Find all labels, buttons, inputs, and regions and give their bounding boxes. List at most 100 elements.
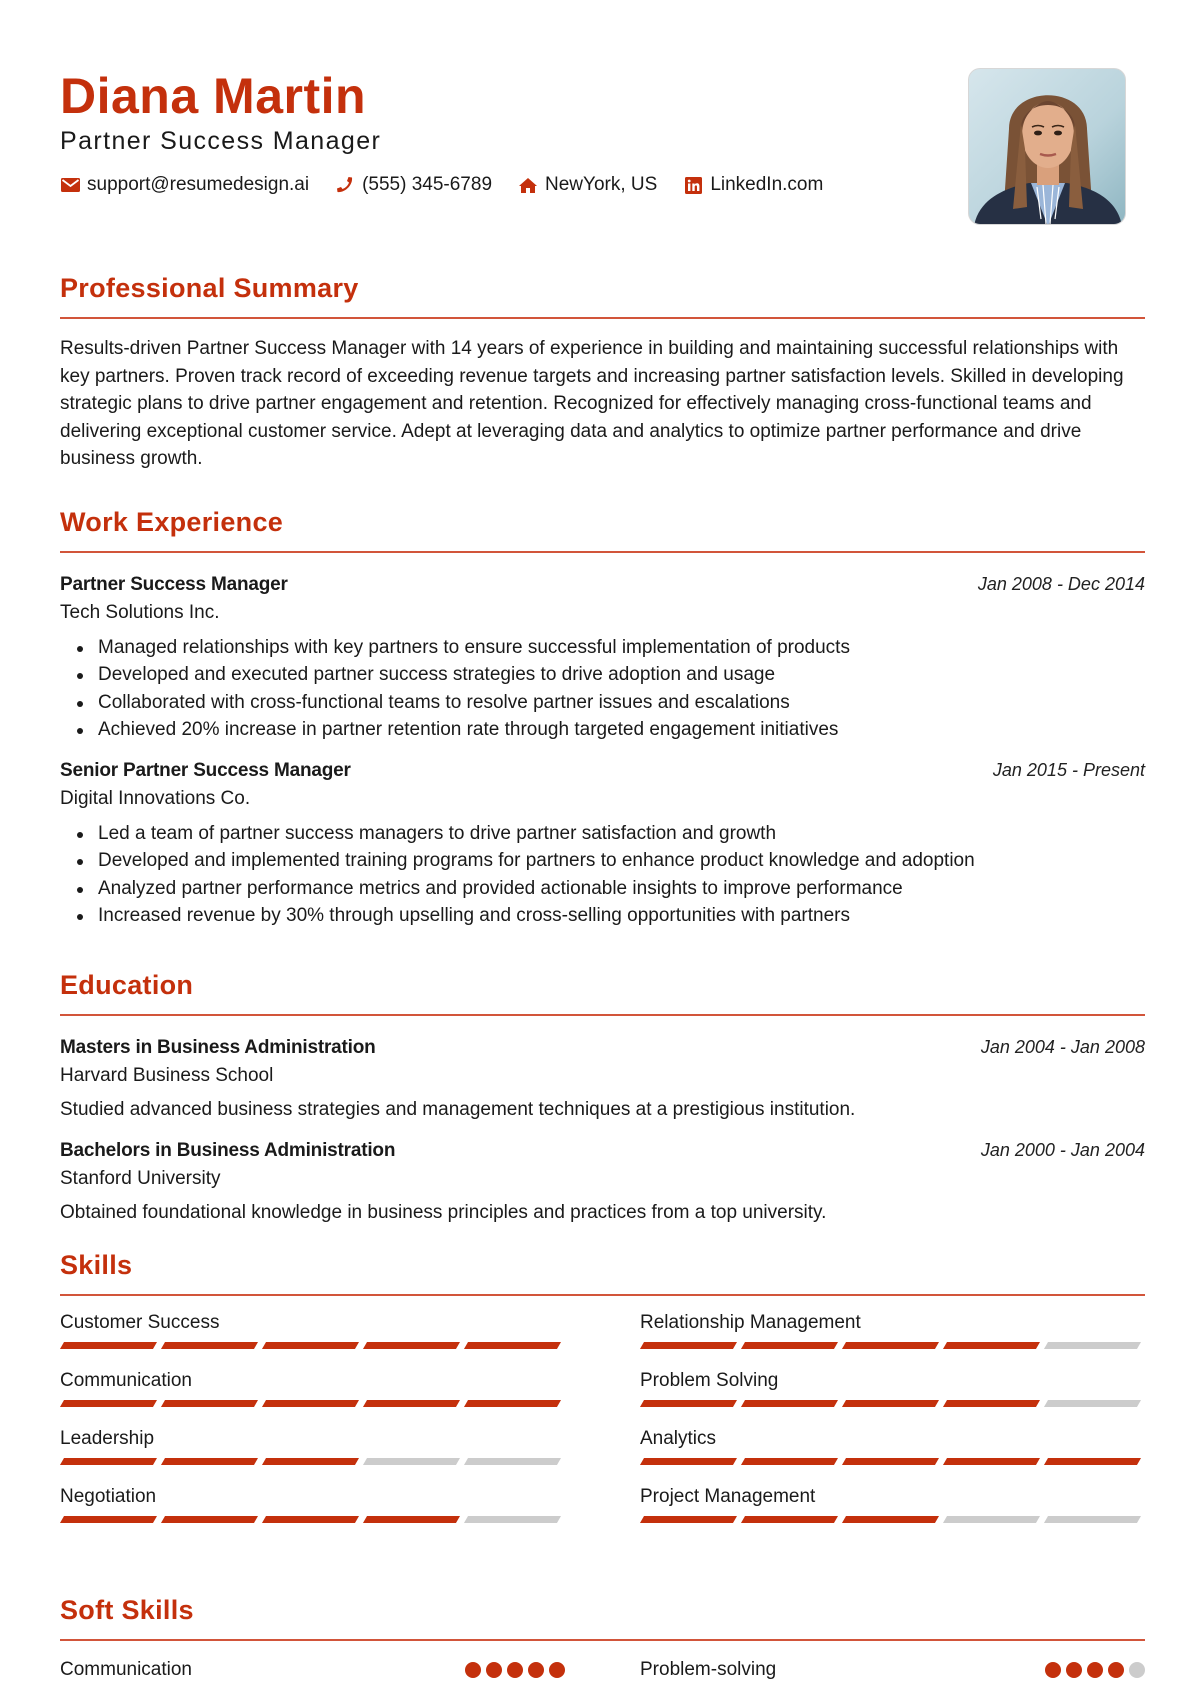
skill-name: Analytics — [640, 1428, 717, 1449]
skill-segment-filled — [463, 1342, 562, 1349]
skill-segment-filled — [841, 1516, 940, 1523]
skills-grid: Customer Success Relationship Management C… — [59, 1310, 1145, 1542]
skill-name: Project Management — [640, 1486, 816, 1507]
job-company: Tech Solutions Inc. — [60, 602, 220, 623]
contact-phone[interactable]: (555) 345-6789 — [335, 171, 492, 199]
skill-name: Communication — [60, 1370, 192, 1391]
skill-segment-filled — [942, 1400, 1041, 1407]
job-bullet: Managed relationships with key partners … — [60, 634, 1145, 661]
job-bullet: Collaborated with cross-functional teams… — [60, 689, 1145, 716]
section-divider — [60, 1294, 1145, 1296]
job-dates: Jan 2015 - Present — [992, 760, 1145, 781]
rating-dot-filled — [549, 1662, 565, 1678]
skill-segment-empty — [1043, 1516, 1142, 1523]
skill-segment-filled — [740, 1458, 839, 1465]
section-divider — [60, 1014, 1145, 1016]
skill-item: Project Management — [639, 1484, 1145, 1542]
candidate-name: Diana Martin — [60, 68, 367, 124]
contact-linkedin-text: LinkedIn.com — [710, 174, 824, 195]
contact-email[interactable]: support@resumedesign.ai — [60, 171, 309, 199]
skill-segment-filled — [261, 1516, 360, 1523]
skill-segment-empty — [1043, 1400, 1142, 1407]
skill-name: Customer Success — [60, 1312, 220, 1333]
contact-phone-text: (555) 345-6789 — [362, 174, 493, 195]
skill-segment-filled — [942, 1458, 1041, 1465]
skill-item: Relationship Management — [639, 1310, 1145, 1368]
school-name: Harvard Business School — [60, 1065, 274, 1086]
skill-segment-filled — [362, 1342, 461, 1349]
skill-segment-empty — [942, 1516, 1041, 1523]
job-title: Senior Partner Success Manager — [60, 760, 351, 782]
job-entry: Partner Success Manager Jan 2008 - Dec 2… — [60, 570, 1145, 743]
skill-segment-filled — [639, 1400, 738, 1407]
profile-photo — [968, 68, 1126, 225]
skill-segment-filled — [261, 1342, 360, 1349]
job-bullet: Increased revenue by 30% through upselli… — [60, 902, 1145, 929]
rating-dot-filled — [465, 1662, 481, 1678]
education-heading: Education — [60, 970, 194, 1000]
skill-segment-filled — [59, 1400, 158, 1407]
job-company: Digital Innovations Co. — [60, 788, 251, 810]
education-section: Education Masters in Business Administra… — [60, 969, 1145, 1226]
contact-linkedin[interactable]: LinkedIn.com — [683, 171, 823, 199]
soft-skill-name: Communication — [60, 1659, 192, 1680]
skill-segment-filled — [740, 1342, 839, 1349]
skill-level-bar — [639, 1342, 1145, 1349]
skill-level-bar — [639, 1400, 1145, 1407]
soft-skills-heading: Soft Skills — [60, 1595, 194, 1625]
skill-segment-empty — [463, 1458, 562, 1465]
skill-level-bar — [59, 1400, 565, 1407]
skill-name: Relationship Management — [640, 1312, 861, 1333]
skill-item: Problem Solving — [639, 1368, 1145, 1426]
contact-location: NewYork, US — [518, 171, 657, 199]
skill-item: Leadership — [59, 1426, 565, 1484]
skill-segment-filled — [639, 1342, 738, 1349]
skill-segment-filled — [841, 1458, 940, 1465]
skill-name: Leadership — [60, 1428, 155, 1449]
section-divider — [60, 317, 1145, 319]
home-icon — [518, 176, 538, 194]
soft-skills-section: Soft Skills Communication Problem-solving — [60, 1594, 1145, 1684]
job-bullet: Developed and executed partner success s… — [60, 661, 1145, 688]
skill-segment-filled — [362, 1400, 461, 1407]
rating-dot-filled — [1087, 1662, 1103, 1678]
skill-segment-filled — [841, 1400, 940, 1407]
skill-segment-filled — [1043, 1458, 1142, 1465]
skill-name: Problem Solving — [640, 1370, 779, 1391]
skill-segment-filled — [362, 1516, 461, 1523]
skill-item: Negotiation — [59, 1484, 565, 1542]
soft-skill-rating — [1040, 1662, 1145, 1678]
skill-segment-filled — [639, 1458, 738, 1465]
soft-skill-rating — [460, 1662, 565, 1678]
skills-heading: Skills — [60, 1250, 133, 1280]
soft-skill-item: Communication — [60, 1655, 565, 1684]
job-dates: Jan 2008 - Dec 2014 — [977, 574, 1145, 594]
skill-item: Analytics — [639, 1426, 1145, 1484]
contact-email-text: support@resumedesign.ai — [87, 174, 310, 195]
section-divider — [60, 551, 1145, 553]
skill-segment-filled — [942, 1342, 1041, 1349]
skill-segment-filled — [740, 1516, 839, 1523]
skill-segment-filled — [59, 1458, 158, 1465]
envelope-icon — [60, 176, 80, 194]
soft-skills-grid: Communication Problem-solving — [60, 1655, 1145, 1684]
education-dates: Jan 2004 - Jan 2008 — [980, 1037, 1145, 1057]
summary-text: Results-driven Partner Success Manager w… — [60, 338, 1124, 469]
skill-segment-empty — [1043, 1342, 1142, 1349]
experience-heading: Work Experience — [60, 507, 284, 537]
skill-item: Customer Success — [59, 1310, 565, 1368]
job-bullet: Analyzed partner performance metrics and… — [60, 875, 1145, 902]
job-bullets: Led a team of partner success managers t… — [60, 820, 1145, 929]
school-name: Stanford University — [60, 1168, 221, 1189]
education-description: Studied advanced business strategies and… — [60, 1099, 856, 1120]
skill-segment-filled — [59, 1342, 158, 1349]
job-entry: Senior Partner Success Manager Jan 2015 … — [60, 756, 1145, 929]
skill-segment-filled — [261, 1458, 360, 1465]
skill-name: Negotiation — [60, 1486, 157, 1507]
rating-dot-filled — [486, 1662, 502, 1678]
job-title: Partner Success Manager — [60, 574, 288, 595]
rating-dot-filled — [1045, 1662, 1061, 1678]
skill-segment-filled — [261, 1400, 360, 1407]
job-bullet: Achieved 20% increase in partner retenti… — [60, 716, 1145, 743]
experience-section: Work Experience Partner Success Manager … — [60, 506, 1145, 929]
